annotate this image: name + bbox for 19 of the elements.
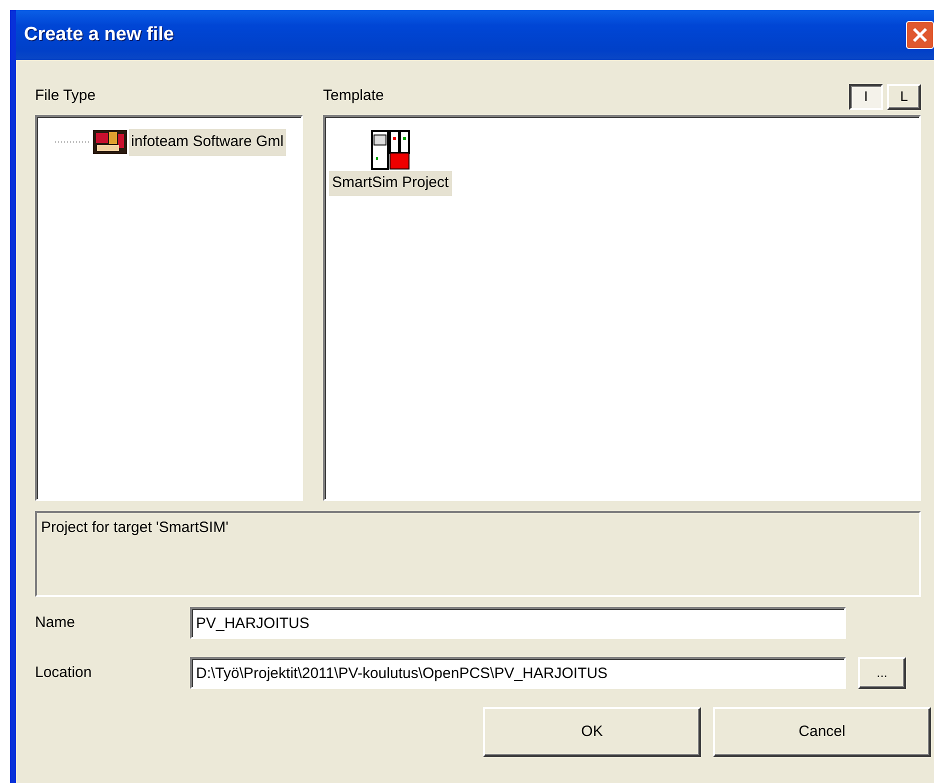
name-label: Name xyxy=(35,612,76,633)
description-box: Project for target 'SmartSIM' xyxy=(35,511,921,597)
location-field[interactable]: D:\Työ\Projektit\2011\PV-koulutus\OpenPCS\PV_HARJOITUS xyxy=(190,657,846,689)
browse-button[interactable]: ... xyxy=(858,657,906,689)
close-icon xyxy=(912,27,928,43)
window-title: Create a new file xyxy=(24,22,174,47)
close-button[interactable] xyxy=(906,21,934,49)
tree-connector xyxy=(55,140,91,144)
template-label: Template xyxy=(323,86,384,106)
location-label: Location xyxy=(35,662,93,683)
company-logo-icon xyxy=(93,130,127,154)
name-field[interactable]: PV_HARJOITUS xyxy=(190,607,846,639)
tree-item[interactable]: infoteam Software Gml xyxy=(129,129,286,156)
file-type-label: File Type xyxy=(35,86,96,106)
dialog-button[interactable]: OK xyxy=(483,707,701,757)
view-toggle-button[interactable]: I xyxy=(849,84,883,110)
dialog-button[interactable]: Cancel xyxy=(713,707,931,757)
template-item[interactable]: SmartSim Project xyxy=(329,171,452,196)
view-toggle-button[interactable]: L xyxy=(887,84,921,110)
